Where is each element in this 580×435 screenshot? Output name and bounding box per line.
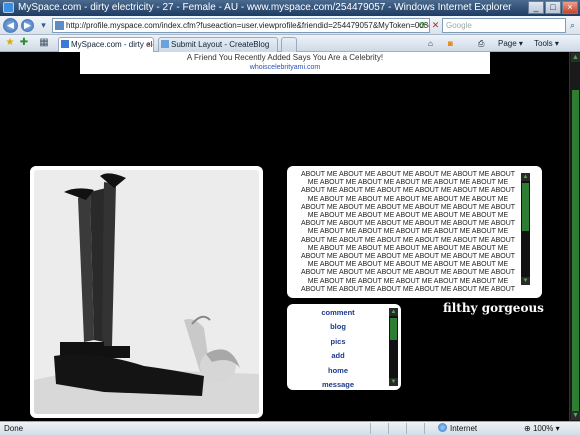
close-button[interactable]: × xyxy=(562,1,578,14)
profile-photo-frame xyxy=(30,166,263,418)
window-controls: _ □ × xyxy=(528,1,578,14)
profile-links-list: comment blog pics add home message xyxy=(289,306,387,392)
myspace-tab-icon xyxy=(61,40,69,48)
status-divider xyxy=(406,423,407,434)
tools-menu-label: Tools xyxy=(534,39,553,48)
minimize-button[interactable]: _ xyxy=(528,1,544,14)
profile-photo-illustration xyxy=(34,170,259,414)
page-scroll-thumb[interactable] xyxy=(572,90,579,415)
zoom-control[interactable]: ⊕ 100% ▾ xyxy=(524,422,560,435)
home-icon[interactable]: ⌂ xyxy=(428,38,433,49)
tab-myspace[interactable]: MySpace.com - dirty elec... × xyxy=(58,37,154,52)
search-icon[interactable]: ⌕ xyxy=(566,19,579,32)
recent-pages-chevron-down-icon[interactable]: ▾ xyxy=(37,19,50,32)
scroll-down-icon[interactable]: ▼ xyxy=(389,378,398,386)
about-scrollbar[interactable]: ▲ ▼ xyxy=(521,173,530,285)
page-menu-label: Page xyxy=(498,39,517,48)
about-me-box: ABOUT ME ABOUT ME ABOUT ME ABOUT ME ABOU… xyxy=(287,166,542,298)
tools-menu[interactable]: Tools ▾ xyxy=(534,38,559,49)
maximize-button[interactable]: □ xyxy=(545,1,561,14)
forward-icon[interactable]: ▶ xyxy=(21,19,34,32)
window-title-bar: MySpace.com - dirty electricity - 27 - F… xyxy=(0,0,580,16)
about-me-text: ABOUT ME ABOUT ME ABOUT ME ABOUT ME ABOU… xyxy=(300,171,516,293)
refresh-icon[interactable]: ⟳ xyxy=(416,19,429,32)
address-url: http://profile.myspace.com/index.cfm?fus… xyxy=(66,21,429,30)
print-icon[interactable]: ⎙ xyxy=(478,38,484,49)
scroll-up-icon[interactable]: ▲ xyxy=(571,53,580,62)
globe-icon xyxy=(438,423,447,432)
page-menu[interactable]: Page ▾ xyxy=(498,38,523,49)
security-zone-label: Internet xyxy=(450,424,478,433)
security-zone[interactable]: Internet xyxy=(438,422,477,435)
pics-link[interactable]: pics xyxy=(330,337,345,346)
tab-bar: ★ ✚ ▦ MySpace.com - dirty elec... × Subm… xyxy=(0,35,580,52)
scroll-down-icon[interactable]: ▼ xyxy=(571,411,580,420)
address-toolbar: ◀ ▶ ▾ http://profile.myspace.com/index.c… xyxy=(0,16,580,35)
address-input[interactable]: http://profile.myspace.com/index.cfm?fus… xyxy=(52,18,430,33)
comment-link[interactable]: comment xyxy=(321,308,354,317)
scroll-down-icon[interactable]: ▼ xyxy=(521,277,530,285)
stop-icon[interactable]: ✕ xyxy=(429,19,442,32)
home-link[interactable]: home xyxy=(328,366,348,375)
about-scroll-thumb[interactable] xyxy=(522,183,529,231)
zoom-level: 100% xyxy=(532,424,554,433)
scroll-up-icon[interactable]: ▲ xyxy=(389,308,398,316)
ie-app-icon xyxy=(3,2,14,13)
ad-banner[interactable]: A Friend You Recently Added Says You Are… xyxy=(80,52,490,74)
page-content: A Friend You Recently Added Says You Are… xyxy=(0,52,569,421)
status-divider xyxy=(388,423,389,434)
ad-banner-link[interactable]: whoiscelebrityami.com xyxy=(80,63,490,72)
status-bar: Done Internet ⊕ 100% ▾ xyxy=(0,421,580,435)
createblog-tab-icon xyxy=(161,40,169,48)
search-placeholder: Google xyxy=(446,21,472,30)
favorites-star-icon[interactable]: ★ xyxy=(4,37,16,49)
list-item: home xyxy=(289,364,387,378)
window-title: MySpace.com - dirty electricity - 27 - F… xyxy=(18,2,512,13)
new-tab-button[interactable] xyxy=(281,37,297,52)
links-scroll-thumb[interactable] xyxy=(390,318,397,340)
list-item: pics xyxy=(289,335,387,349)
zoom-icon: ⊕ xyxy=(524,424,531,433)
search-input[interactable]: Google xyxy=(442,18,566,33)
list-item: blog xyxy=(289,320,387,334)
back-icon[interactable]: ◀ xyxy=(3,18,18,33)
tab-list-icon[interactable]: ▦ xyxy=(38,37,50,49)
add-favorite-icon[interactable]: ✚ xyxy=(18,37,30,49)
close-tab-icon[interactable]: × xyxy=(146,38,151,51)
list-item: message xyxy=(289,378,387,392)
status-divider xyxy=(424,423,425,434)
tab-label: MySpace.com - dirty elec... xyxy=(71,40,153,49)
status-divider xyxy=(370,423,371,434)
list-item: comment xyxy=(289,306,387,320)
page-favicon-icon xyxy=(55,21,64,30)
links-scrollbar[interactable]: ▲ ▼ xyxy=(389,308,398,386)
message-link[interactable]: message xyxy=(322,380,354,389)
feeds-icon[interactable]: ◙ xyxy=(448,38,453,49)
profile-links-box: comment blog pics add home message ▲ ▼ xyxy=(287,304,401,390)
add-link[interactable]: add xyxy=(331,351,344,360)
band-title: filthy gorgeous xyxy=(443,301,544,315)
profile-photo xyxy=(34,170,259,414)
tab-createblog[interactable]: Submit Layout - CreateBlog xyxy=(158,37,278,52)
blog-link[interactable]: blog xyxy=(330,322,346,331)
list-item: add xyxy=(289,349,387,363)
ad-banner-text: A Friend You Recently Added Says You Are… xyxy=(186,53,384,62)
status-text: Done xyxy=(4,424,24,433)
page-scrollbar[interactable]: ▲ ▼ xyxy=(569,52,580,421)
scroll-up-icon[interactable]: ▲ xyxy=(521,173,530,181)
tab-label: Submit Layout - CreateBlog xyxy=(171,40,270,49)
